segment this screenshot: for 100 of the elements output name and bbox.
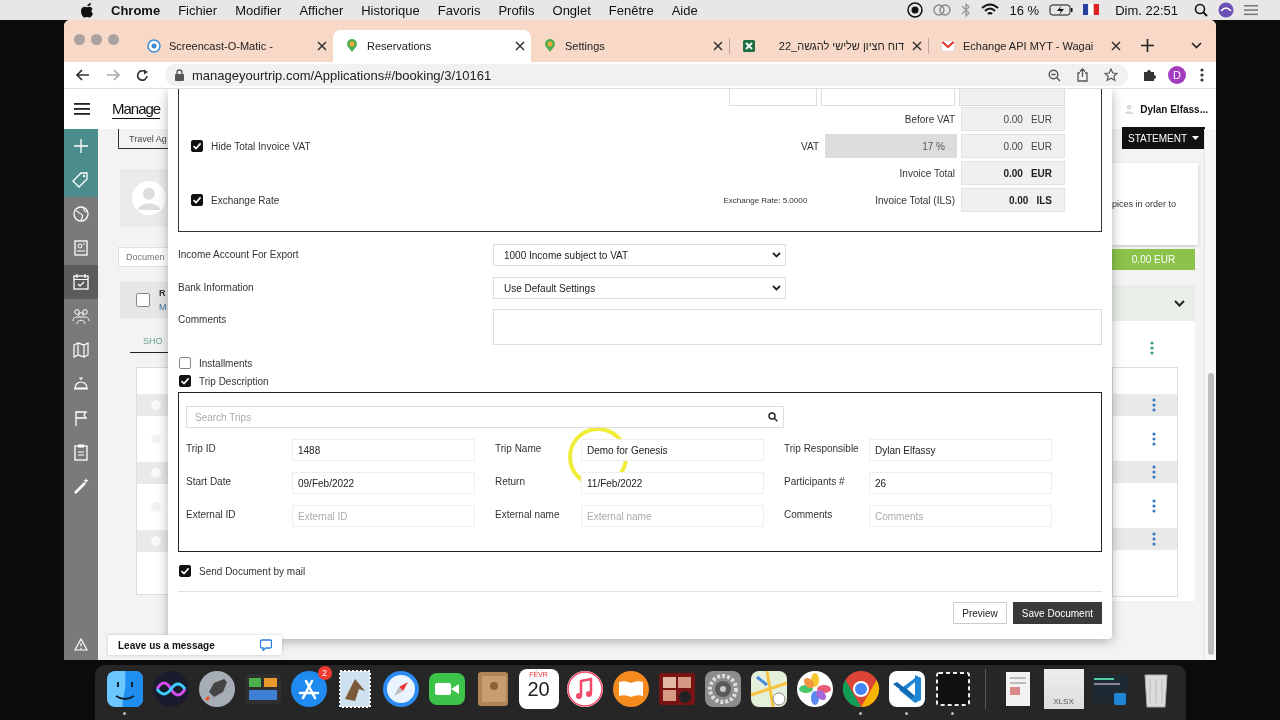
browser-tab[interactable]: Reservations: [333, 30, 531, 62]
checkbox[interactable]: [179, 357, 191, 369]
menu-item[interactable]: Afficher: [290, 2, 353, 18]
checkbox-label: Hide Total Invoice VAT: [211, 140, 311, 152]
gear-icon[interactable]: [702, 669, 743, 709]
person-silhouette-icon: [132, 181, 166, 215]
search-field[interactable]: Search Trips: [186, 406, 784, 428]
close-icon[interactable]: [515, 41, 525, 51]
orb-icon[interactable]: [1218, 2, 1234, 18]
more-options-icon[interactable]: [1152, 498, 1156, 513]
menu-item[interactable]: Modifier: [226, 2, 291, 18]
chevron-down-icon[interactable]: [1174, 299, 1185, 307]
address-bar[interactable]: manageyourtrip.com/Applications#/booking/3/10161: [165, 64, 1128, 86]
booking-row[interactable]: R M: [120, 282, 168, 318]
menu-item[interactable]: Historique: [352, 2, 429, 18]
document-field[interactable]: Documen: [118, 247, 168, 267]
more-icon[interactable]: [1200, 68, 1204, 82]
compass-icon[interactable]: [380, 669, 421, 709]
apple-logo-icon[interactable]: [80, 2, 94, 18]
search-icon[interactable]: [1194, 3, 1208, 17]
plus-icon[interactable]: [1141, 39, 1154, 52]
nav-item[interactable]: [64, 129, 98, 163]
app-store-icon[interactable]: [288, 669, 329, 709]
spreadsheet-file-icon[interactable]: XLSX: [1043, 669, 1084, 709]
field-label: Trip ID: [186, 442, 217, 456]
list-icon[interactable]: [1244, 4, 1258, 16]
text-field[interactable]: External name: [581, 505, 764, 527]
menu-item[interactable]: Chrome: [102, 2, 170, 18]
more-options-icon[interactable]: [1150, 341, 1154, 355]
menu-item[interactable]: Fichier: [169, 2, 227, 18]
wifi-icon[interactable]: [981, 3, 1000, 17]
ribbon-icon[interactable]: [886, 669, 927, 709]
battery-icon[interactable]: [1049, 4, 1074, 16]
browser-tab[interactable]: Settings: [531, 30, 729, 62]
menu-item[interactable]: Profils: [489, 2, 544, 18]
nav-item[interactable]: [64, 265, 98, 299]
close-icon[interactable]: [713, 41, 723, 51]
reload-icon[interactable]: [136, 68, 149, 82]
checkbox[interactable]: [136, 293, 150, 307]
music-note-icon[interactable]: [564, 669, 605, 709]
text-field[interactable]: External ID: [292, 505, 475, 527]
text-field[interactable]: 09/Feb/2022: [292, 472, 475, 494]
checkbox[interactable]: [191, 140, 203, 152]
record-icon[interactable]: [907, 2, 924, 18]
chat-bubble-icon[interactable]: [260, 639, 272, 651]
search-icon[interactable]: [768, 412, 778, 422]
text-field[interactable]: 1488: [292, 439, 475, 461]
share-icon[interactable]: [1077, 68, 1088, 82]
map-icon[interactable]: [748, 669, 789, 709]
chevron-down-icon[interactable]: [1191, 42, 1202, 49]
profile-avatar[interactable]: D: [1168, 66, 1186, 84]
round-logo-icon[interactable]: [840, 669, 881, 709]
menu-item[interactable]: Fenêtre: [599, 2, 663, 18]
menu-item[interactable]: Onglet: [543, 2, 600, 18]
flower-icon[interactable]: [794, 669, 835, 709]
save-button[interactable]: Save Document: [1012, 602, 1102, 624]
text-field[interactable]: Dylan Elfassy: [869, 439, 1052, 461]
menu-icon[interactable]: [74, 103, 90, 115]
menu-item[interactable]: Aide: [662, 2, 707, 18]
close-icon[interactable]: [1111, 41, 1121, 51]
input-field[interactable]: [821, 89, 955, 106]
orb-icon[interactable]: [150, 669, 191, 709]
scrollbar-thumb[interactable]: [1208, 373, 1214, 655]
star-icon[interactable]: [1104, 68, 1118, 82]
nav-item[interactable]: [64, 163, 98, 197]
app-logo[interactable]: Manage: [112, 99, 161, 119]
rocket-icon[interactable]: [196, 669, 237, 709]
close-icon[interactable]: [912, 41, 922, 51]
menu-item[interactable]: Favoris: [428, 2, 490, 18]
statement-button[interactable]: STATEMENT: [1122, 127, 1206, 149]
text-field[interactable]: Demo for Genesis: [581, 439, 764, 461]
more-options-icon[interactable]: [1152, 465, 1156, 479]
back-icon[interactable]: [76, 69, 90, 81]
user-name[interactable]: Dylan Elfass...: [1140, 103, 1208, 115]
cloud-icon[interactable]: [933, 3, 952, 17]
tag-icon: [72, 171, 90, 189]
flag-icon[interactable]: [1083, 4, 1100, 16]
comments-field[interactable]: [493, 309, 1102, 345]
checkbox[interactable]: [179, 565, 191, 577]
browser-tab[interactable]: Echange API MYT - Wagai: [929, 30, 1127, 62]
close-icon[interactable]: [317, 41, 327, 51]
preview-button[interactable]: Preview: [953, 602, 1007, 624]
text-field[interactable]: Comments: [869, 505, 1052, 527]
browser-tab[interactable]: Screencast-O-Matic -: [135, 30, 333, 62]
zoom-icon[interactable]: [1048, 68, 1061, 82]
puzzle-icon[interactable]: [1142, 68, 1156, 82]
more-options-icon[interactable]: [1152, 398, 1156, 412]
checkbox[interactable]: [191, 194, 203, 206]
more-options-icon[interactable]: [1152, 431, 1156, 446]
open-book-icon[interactable]: [610, 669, 651, 709]
checkbox[interactable]: [179, 375, 191, 387]
browser-tab[interactable]: דוח חציון שלישי להגשה_22: [730, 30, 928, 62]
chat-widget[interactable]: Leave us a message: [108, 635, 282, 655]
dropdown[interactable]: Use Default Settings: [493, 277, 786, 299]
text-field[interactable]: 26: [869, 472, 1052, 494]
warning-icon[interactable]: [74, 637, 88, 651]
more-options-icon[interactable]: [1152, 532, 1156, 546]
text-field[interactable]: 11/Feb/2022: [581, 472, 764, 494]
dropdown[interactable]: 1000 Income subject to VAT: [493, 244, 786, 266]
face-icon[interactable]: [104, 669, 145, 709]
